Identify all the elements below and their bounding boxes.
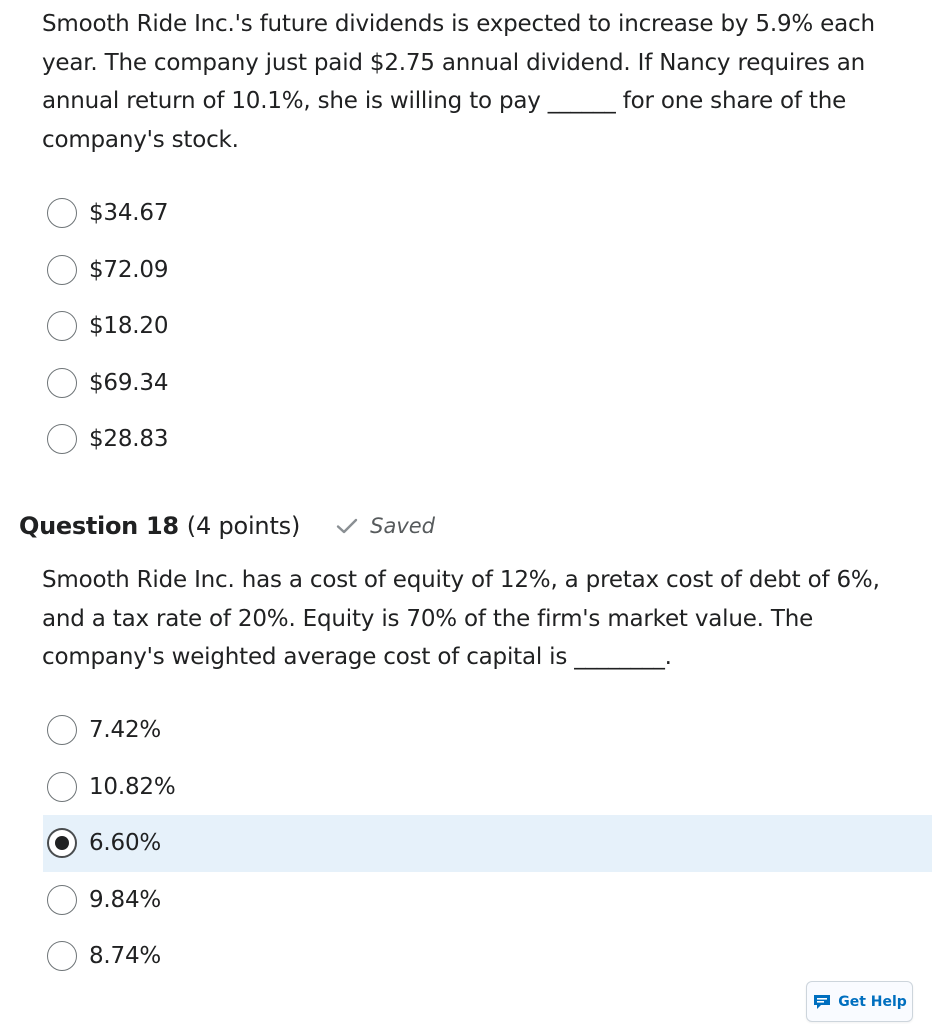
radio-button[interactable] (47, 367, 77, 398)
saved-label: Saved (370, 514, 436, 538)
option-label: $69.34 (89, 369, 169, 396)
chat-bubble-icon (814, 994, 831, 1009)
question-18-text: Smooth Ride Inc. has a cost of equity of… (42, 567, 880, 670)
option-q17-4[interactable]: $69.34 (0, 355, 932, 412)
option-label: $72.09 (89, 256, 169, 283)
get-help-button[interactable]: Get Help (806, 981, 913, 1022)
option-q18-4[interactable]: 9.84% (0, 872, 932, 929)
radio-button[interactable] (47, 254, 77, 285)
radio-dot (55, 836, 69, 851)
option-label: 9.84% (89, 886, 162, 913)
saved-status: Saved (336, 514, 435, 538)
radio-button[interactable] (47, 715, 77, 746)
checkmark-icon (336, 518, 358, 534)
option-q17-1[interactable]: $34.67 (0, 185, 932, 242)
option-q18-2[interactable]: 10.82% (0, 759, 932, 816)
radio-button[interactable] (47, 424, 77, 455)
radio-button-selected[interactable] (47, 828, 77, 859)
option-label: 6.60% (89, 830, 162, 857)
option-q17-5[interactable]: $28.83 (0, 411, 932, 468)
radio-button[interactable] (47, 941, 77, 972)
question-points: (4 points) (186, 512, 301, 540)
question-18-options: 7.42% 10.82% 6.60% 9.84% 8.74% (0, 702, 932, 985)
radio-button[interactable] (47, 771, 77, 802)
option-q17-2[interactable]: $72.09 (0, 242, 932, 299)
option-q17-3[interactable]: $18.20 (0, 298, 932, 355)
question-18-heading: Question 18 (4 points) Saved (19, 508, 435, 544)
option-q18-3-selected[interactable]: 6.60% (43, 815, 932, 872)
radio-button[interactable] (47, 311, 77, 342)
option-q18-1[interactable]: 7.42% (0, 702, 932, 759)
question-title: Question 18 (19, 512, 179, 540)
question-17-text: Smooth Ride Inc.'s future dividends is e… (42, 11, 875, 153)
option-label: $28.83 (89, 426, 169, 453)
radio-button[interactable] (47, 884, 77, 915)
option-label: 8.74% (89, 943, 162, 970)
option-label: 7.42% (89, 717, 162, 744)
option-label: $34.67 (89, 200, 169, 227)
option-label: $18.20 (89, 313, 169, 340)
option-q18-5[interactable]: 8.74% (0, 928, 932, 985)
get-help-label: Get Help (838, 993, 907, 1010)
option-label: 10.82% (89, 773, 176, 800)
radio-button[interactable] (47, 198, 77, 229)
question-17-options: $34.67 $72.09 $18.20 $69.34 $28.83 (0, 185, 932, 468)
